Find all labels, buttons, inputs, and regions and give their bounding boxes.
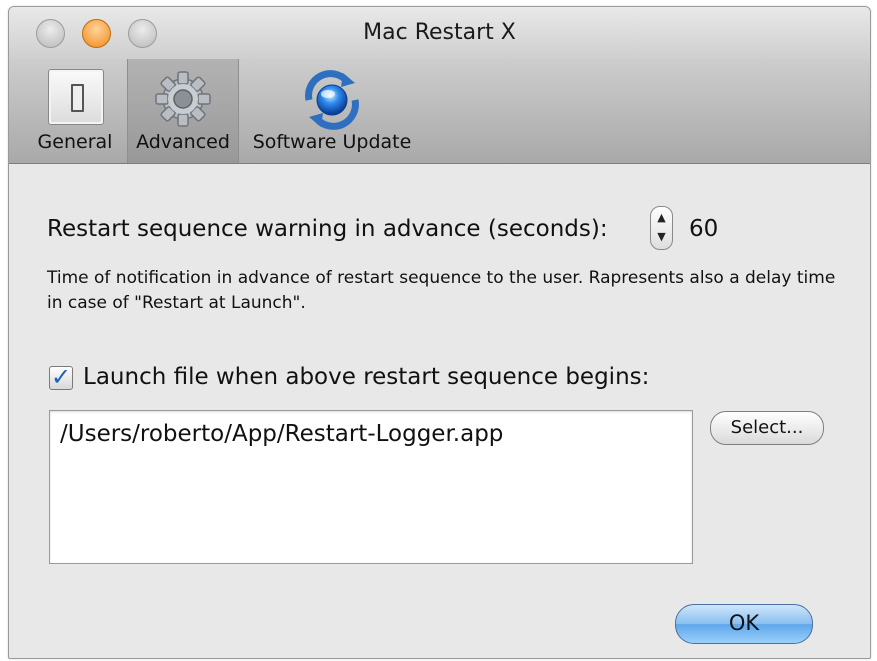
title-bar[interactable]: Mac Restart X: [9, 7, 870, 59]
gear-icon: [155, 71, 211, 127]
software-update-icon: [305, 70, 359, 130]
launch-file-checkbox[interactable]: ✓: [49, 365, 73, 390]
advanced-pane: Restart sequence warning in advance (sec…: [9, 164, 870, 658]
stepper-down-arrow-icon[interactable]: ▼: [651, 226, 672, 245]
tab-advanced-label: Advanced: [136, 131, 230, 153]
preferences-toolbar: General Advanced Software Update: [9, 59, 870, 164]
tab-software-update[interactable]: Software Update: [239, 59, 425, 163]
tab-general-label: General: [37, 131, 113, 153]
switch-icon: [48, 69, 104, 125]
ok-button[interactable]: OK: [675, 604, 813, 644]
launch-file-label[interactable]: Launch file when above restart sequence …: [83, 364, 649, 390]
warning-seconds-stepper[interactable]: ▲ ▼: [650, 206, 673, 250]
tab-general[interactable]: General: [23, 59, 127, 163]
warning-seconds-label: Restart sequence warning in advance (sec…: [47, 216, 608, 242]
warning-description: Time of notification in advance of resta…: [47, 268, 836, 313]
stepper-up-arrow-icon[interactable]: ▲: [651, 207, 672, 226]
launch-file-path-field[interactable]: /Users/roberto/App/Restart-Logger.app: [49, 410, 693, 564]
tab-advanced[interactable]: Advanced: [127, 59, 239, 163]
window-title: Mac Restart X: [363, 20, 516, 45]
preferences-window: Mac Restart X General Advanced Software …: [8, 6, 871, 659]
tab-software-update-label: Software Update: [252, 131, 412, 153]
select-file-button[interactable]: Select...: [710, 411, 824, 445]
warning-seconds-value[interactable]: 60: [689, 216, 718, 242]
